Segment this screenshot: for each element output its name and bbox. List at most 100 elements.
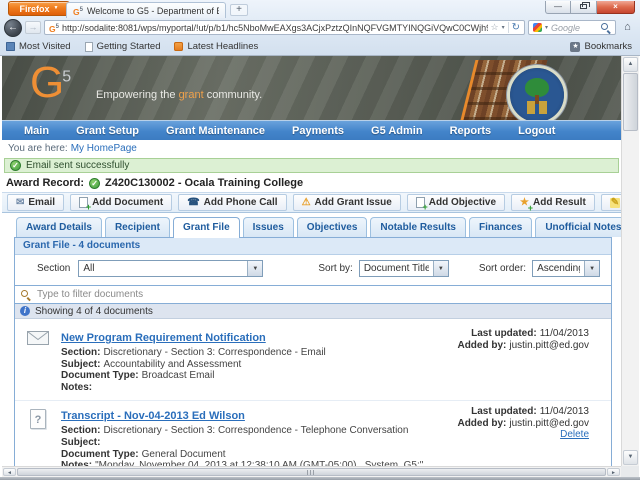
search-icon[interactable] xyxy=(601,22,611,33)
scrollbar-corner xyxy=(621,466,639,477)
document-meta: Last updated: 11/04/2013 Added by: justin.… xyxy=(457,328,589,351)
minimize-button[interactable]: — xyxy=(545,1,571,14)
reload-icon[interactable]: ↻ xyxy=(512,22,520,33)
menu-logout[interactable]: Logout xyxy=(518,125,555,137)
success-message: Email sent successfully xyxy=(26,160,130,171)
select-arrow-icon: ▼ xyxy=(432,261,448,276)
award-record-value: Z420C130002 - Ocala Training College xyxy=(105,177,304,189)
restore-button[interactable] xyxy=(571,1,597,14)
panel-title: Grant File - 4 documents xyxy=(15,238,611,255)
add-note-button[interactable]: ✎ Add Note xyxy=(600,194,621,211)
g5-favicon: G5 xyxy=(73,6,83,17)
tab-unofficial-notes[interactable]: Unofficial Notes xyxy=(535,217,621,237)
add-document-button[interactable]: + Add Document xyxy=(70,194,173,212)
section-select[interactable]: All ▼ xyxy=(78,260,264,277)
filter-search-icon xyxy=(21,289,31,300)
scroll-right-icon[interactable]: ► xyxy=(607,468,620,476)
award-check-icon: ✓ xyxy=(89,177,101,189)
add-objective-button[interactable]: + Add Objective xyxy=(406,194,506,212)
grant-file-panel: Grant File - 4 documents Section All ▼ S… xyxy=(14,237,612,466)
filter-input[interactable]: Type to filter documents xyxy=(15,285,611,304)
filter-placeholder: Type to filter documents xyxy=(37,289,144,300)
document-row: New Program Requirement Notification Sec… xyxy=(15,323,611,400)
delete-link[interactable]: Delete xyxy=(560,429,589,440)
firefox-menu-button[interactable]: Firefox ▼ xyxy=(8,1,70,16)
url-dropdown-icon[interactable]: ▾ xyxy=(502,24,505,31)
tab-grant-file[interactable]: Grant File xyxy=(172,217,240,238)
add-result-icon: ★ + xyxy=(520,196,533,213)
sort-by-label: Sort by: xyxy=(318,263,353,274)
menu-main[interactable]: Main xyxy=(24,125,49,137)
search-engine-icon[interactable] xyxy=(533,23,542,32)
tab-notable-results[interactable]: Notable Results xyxy=(370,217,466,237)
award-record-label: Award Record: xyxy=(6,177,85,189)
tab-award-details[interactable]: Award Details xyxy=(16,217,102,237)
horizontal-scroll-thumb[interactable] xyxy=(17,468,606,476)
bookmark-most-visited[interactable]: Most Visited xyxy=(6,41,71,52)
tab-issues[interactable]: Issues xyxy=(242,217,294,237)
close-button[interactable]: × xyxy=(597,1,635,14)
sort-order-select[interactable]: Ascending ▼ xyxy=(532,260,601,277)
bookmark-getting-started[interactable]: Getting Started xyxy=(84,41,160,52)
document-row: ? Transcript - Nov-04-2013 Ed Wilson Sec… xyxy=(15,400,611,466)
back-button[interactable]: ← xyxy=(4,18,22,37)
tagline: Empowering the grant community. xyxy=(96,89,263,101)
menu-reports[interactable]: Reports xyxy=(450,125,492,137)
url-bar[interactable]: G5 http://sodalite:8081/wps/myportal/!ut… xyxy=(44,20,525,35)
vertical-scrollbar[interactable]: ▲ ▼ xyxy=(621,56,639,466)
add-phone-call-button[interactable]: ☎ Add Phone Call xyxy=(178,194,287,211)
search-engine-dropdown-icon[interactable]: ▾ xyxy=(545,24,548,31)
bookmarks-bar: Most Visited Getting Started Latest Head… xyxy=(0,38,640,55)
sort-by-select[interactable]: Document Title ▼ xyxy=(358,260,449,277)
window-controls: — × xyxy=(545,1,635,14)
doc-field-section: Section: Discretionary - Section 3: Corre… xyxy=(61,347,326,358)
menu-grant-maintenance[interactable]: Grant Maintenance xyxy=(166,125,265,137)
section-label: Section xyxy=(37,263,71,274)
award-record-row: Award Record: ✓ Z420C130002 - Ocala Trai… xyxy=(2,175,621,192)
breadcrumb-home-link[interactable]: My HomePage xyxy=(71,143,137,154)
menu-g5-admin[interactable]: G5 Admin xyxy=(371,125,423,137)
forward-button[interactable]: → xyxy=(25,21,41,34)
menu-grant-setup[interactable]: Grant Setup xyxy=(76,125,139,137)
tab-objectives[interactable]: Objectives xyxy=(296,217,368,237)
document-title-link[interactable]: New Program Requirement Notification xyxy=(61,332,266,344)
g5-banner: G5 Empowering the grant community. xyxy=(2,56,621,120)
bookmark-latest-headlines[interactable]: Latest Headlines xyxy=(174,41,258,52)
main-menu-bar: Main Grant Setup Grant Maintenance Payme… xyxy=(2,120,621,140)
email-button[interactable]: ✉ Email xyxy=(7,194,65,211)
browser-tab[interactable]: G5 Welcome to G5 - Department of Educati… xyxy=(66,2,226,18)
search-input[interactable]: Google xyxy=(551,23,598,33)
document-title-link[interactable]: Transcript - Nov-04-2013 Ed Wilson xyxy=(61,410,245,422)
tab-finances[interactable]: Finances xyxy=(468,217,533,237)
doc-field-type: Document Type: General Document xyxy=(61,448,226,460)
sort-order-label: Sort order: xyxy=(478,263,527,274)
restore-icon xyxy=(580,2,590,9)
bookmark-star-icon[interactable]: ☆ xyxy=(491,23,499,32)
home-button[interactable]: ⌂ xyxy=(619,20,636,35)
sort-controls: Section All ▼ Sort by: Document Title ▼ … xyxy=(15,255,611,282)
scroll-left-icon[interactable]: ◄ xyxy=(3,468,16,476)
g5-logo: G5 xyxy=(30,58,72,107)
phone-icon: ☎ xyxy=(187,196,200,208)
select-arrow-icon: ▼ xyxy=(584,261,600,276)
search-box[interactable]: ▾ Google xyxy=(528,20,616,35)
record-tabs: Award Details Recipient Grant File Issue… xyxy=(16,217,621,238)
bookmarks-menu-button[interactable]: ★ Bookmarks xyxy=(570,41,632,52)
new-tab-button[interactable]: + xyxy=(230,4,248,16)
menu-payments[interactable]: Payments xyxy=(292,125,344,137)
info-icon: i xyxy=(20,306,30,316)
add-grant-issue-button[interactable]: ⚠ Add Grant Issue xyxy=(292,194,401,211)
scroll-down-icon[interactable]: ▼ xyxy=(623,450,638,465)
email-icon: ✉ xyxy=(16,196,25,208)
navigation-toolbar: ← → G5 http://sodalite:8081/wps/myportal… xyxy=(0,18,640,37)
horizontal-scrollbar[interactable]: ◄ ► xyxy=(2,466,621,477)
add-result-button[interactable]: ★ + Add Result xyxy=(511,194,595,213)
vertical-scroll-thumb[interactable] xyxy=(623,73,638,131)
browser-chrome: Firefox ▼ G5 Welcome to G5 - Department … xyxy=(0,0,640,56)
scroll-up-icon[interactable]: ▲ xyxy=(623,57,638,72)
warning-icon: ⚠ xyxy=(301,196,311,208)
tab-recipient[interactable]: Recipient xyxy=(104,217,170,237)
document-list: New Program Requirement Notification Sec… xyxy=(15,319,611,466)
success-message-bar: ✓ Email sent successfully xyxy=(4,158,619,173)
url-text[interactable]: http://sodalite:8081/wps/myportal/!ut/p/… xyxy=(62,23,488,33)
